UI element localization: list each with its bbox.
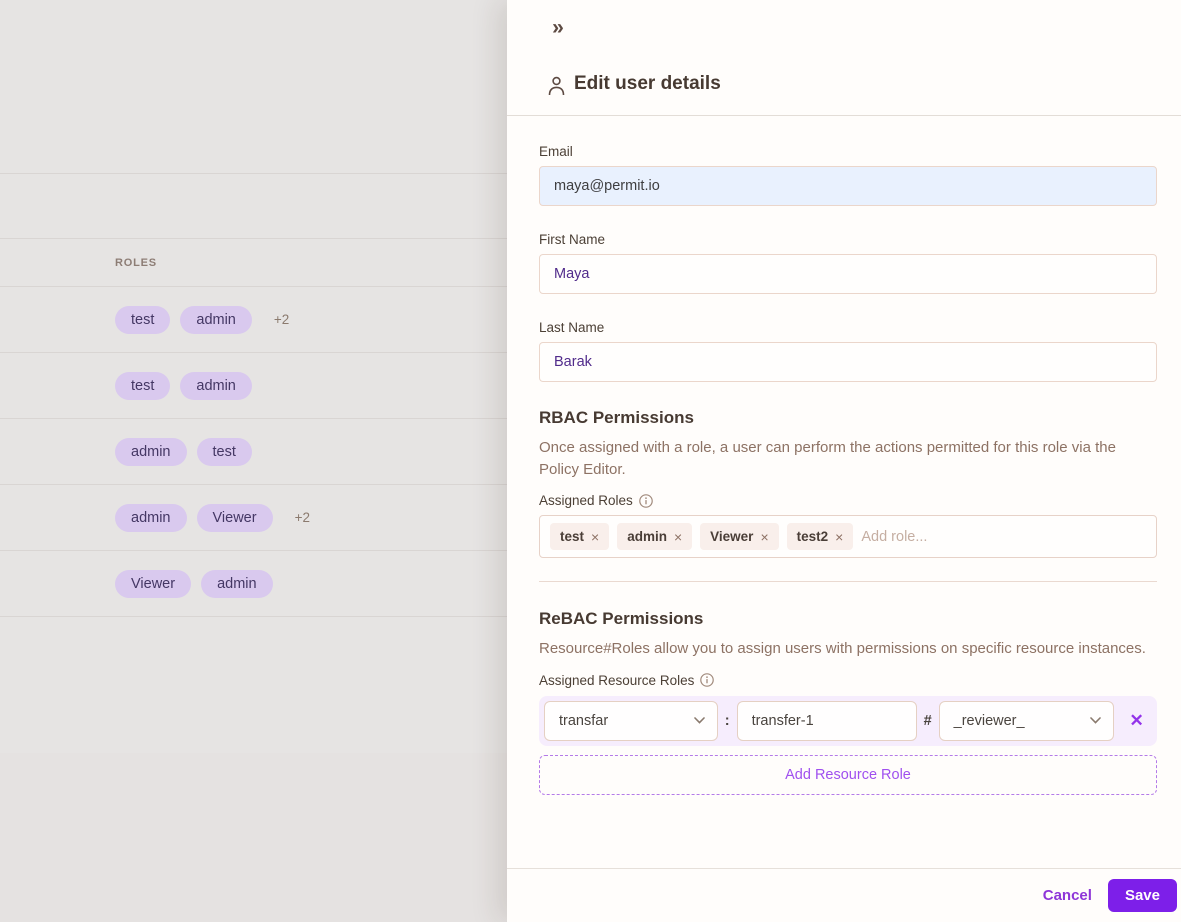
remove-role-icon[interactable]: × <box>760 529 768 545</box>
rebac-section-heading: ReBAC Permissions <box>539 609 1157 629</box>
assigned-role-chip: test × <box>550 523 609 550</box>
role-pill: admin <box>115 504 187 532</box>
role-pill: admin <box>201 570 273 598</box>
remove-resource-role-icon[interactable]: ✕ <box>1121 705 1152 737</box>
role-pill: test <box>115 372 170 400</box>
chevron-down-icon <box>694 717 705 724</box>
remove-role-icon[interactable]: × <box>674 529 682 545</box>
resource-select[interactable]: transfar <box>544 701 718 741</box>
resource-role-row: transfar : # _reviewer_ ✕ <box>539 696 1157 746</box>
assigned-roles-multiselect[interactable]: test × admin × Viewer × test2 × <box>539 515 1157 558</box>
drawer-title: Edit user details <box>574 73 721 95</box>
email-field[interactable] <box>539 166 1157 206</box>
dimmed-users-table-background[interactable]: ROLES test admin +2 test admin admin tes… <box>0 0 508 922</box>
role-chip-label: admin <box>627 529 667 544</box>
role-pill: admin <box>180 372 252 400</box>
table-row: test admin +2 <box>0 287 508 353</box>
email-label: Email <box>539 144 1157 159</box>
more-roles-count: +2 <box>274 312 289 327</box>
info-icon[interactable] <box>639 494 653 508</box>
add-role-input[interactable] <box>861 524 1146 550</box>
more-roles-count: +2 <box>295 510 310 525</box>
role-pill: Viewer <box>197 504 273 532</box>
info-icon[interactable] <box>700 673 714 687</box>
resource-select-value: transfar <box>559 713 608 729</box>
role-chip-label: test <box>560 529 584 544</box>
rebac-section-description: Resource#Roles allow you to assign users… <box>539 638 1159 660</box>
assigned-role-chip: test2 × <box>787 523 854 550</box>
role-pill: admin <box>115 438 187 466</box>
resource-instance-input[interactable] <box>737 701 917 741</box>
last-name-label: Last Name <box>539 320 1157 335</box>
assigned-resource-roles-label: Assigned Resource Roles <box>539 673 1157 688</box>
table-row: test admin <box>0 353 508 419</box>
drawer-body: Email First Name Last Name RBAC Permissi… <box>507 116 1181 868</box>
assigned-roles-label-text: Assigned Roles <box>539 493 633 508</box>
resource-role-select[interactable]: _reviewer_ <box>939 701 1115 741</box>
rbac-section-heading: RBAC Permissions <box>539 408 1157 428</box>
assigned-role-chip: Viewer × <box>700 523 778 550</box>
remove-role-icon[interactable]: × <box>835 529 843 545</box>
chevron-down-icon <box>1090 717 1101 724</box>
role-pill: test <box>197 438 252 466</box>
remove-role-icon[interactable]: × <box>591 529 599 545</box>
role-pill: Viewer <box>115 570 191 598</box>
role-pill: admin <box>180 306 252 334</box>
cancel-button[interactable]: Cancel <box>1043 887 1092 904</box>
user-icon <box>548 76 565 96</box>
resource-role-select-value: _reviewer_ <box>954 713 1025 729</box>
role-pill: test <box>115 306 170 334</box>
assigned-role-chip: admin × <box>617 523 692 550</box>
table-row: Viewer admin <box>0 551 508 617</box>
assigned-resource-roles-label-text: Assigned Resource Roles <box>539 673 694 688</box>
edit-user-drawer: » Edit user details Email First Name Las… <box>507 0 1181 922</box>
roles-column-header: ROLES <box>115 257 157 269</box>
table-row: admin Viewer +2 <box>0 485 508 551</box>
hash-separator: # <box>924 713 932 729</box>
role-chip-label: test2 <box>797 529 829 544</box>
role-chip-label: Viewer <box>710 529 753 544</box>
first-name-label: First Name <box>539 232 1157 247</box>
section-divider <box>539 581 1157 582</box>
table-row: admin test <box>0 419 508 485</box>
colon-separator: : <box>725 713 730 729</box>
drawer-footer: Cancel Save <box>507 868 1181 922</box>
add-resource-role-button[interactable]: Add Resource Role <box>539 755 1157 795</box>
assigned-roles-label: Assigned Roles <box>539 493 1157 508</box>
rbac-section-description: Once assigned with a role, a user can pe… <box>539 437 1159 480</box>
last-name-field[interactable] <box>539 342 1157 382</box>
save-button[interactable]: Save <box>1108 879 1177 912</box>
drawer-header: Edit user details <box>507 0 1181 116</box>
first-name-field[interactable] <box>539 254 1157 294</box>
table-header-row: ROLES <box>0 238 508 287</box>
table-top-divider <box>0 173 508 174</box>
